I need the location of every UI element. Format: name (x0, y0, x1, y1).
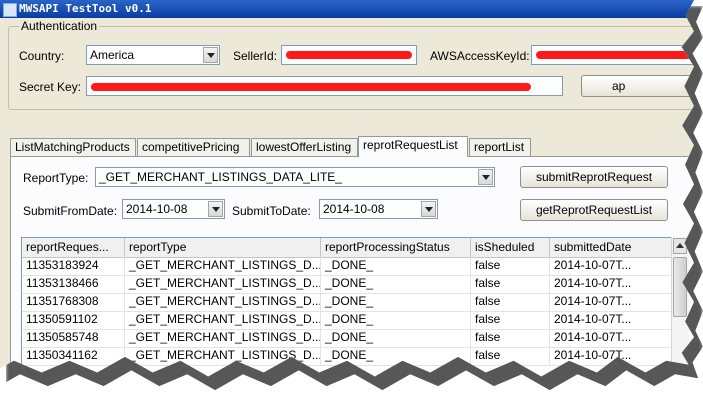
column-header-is-sheduled[interactable]: isSheduled (471, 238, 550, 257)
redaction-mark (536, 51, 694, 59)
cell-report-type[interactable]: _GET_MERCHANT_LISTINGS_D... (125, 257, 321, 275)
cell-is-sheduled[interactable]: false (471, 257, 550, 275)
cell-report-request-id[interactable]: 11351768308 (22, 293, 125, 311)
submit-from-date-label: SubmitFromDate: (23, 204, 118, 218)
cell-processing-status[interactable]: _DONE_ (321, 275, 471, 293)
column-header-report-request-id[interactable]: reportReques... (22, 238, 125, 257)
reprot-request-panel: ReportType: _GET_MERCHANT_LISTINGS_DATA_… (10, 156, 694, 377)
tab-reprotrequestlist[interactable]: reprotRequestList (358, 136, 468, 157)
secret-key-label: Secret Key: (19, 80, 82, 94)
chevron-down-icon[interactable] (203, 47, 218, 63)
cell-report-request-id[interactable]: 11353138466 (22, 275, 125, 293)
cell-report-type[interactable]: _GET_MERCHANT_LISTINGS_D... (125, 311, 321, 329)
cell-submitted-date[interactable]: 2014-10-07T... (550, 293, 674, 311)
tab-competitivepricing[interactable]: competitivePricing (137, 138, 250, 156)
cell-is-sheduled[interactable]: false (471, 311, 550, 329)
country-label: Country: (19, 49, 65, 63)
table-row[interactable]: 11353138466 _GET_MERCHANT_LISTINGS_D... _D… (22, 275, 674, 294)
app-window: MWSAPI TestTool v0.1 Authentication Coun… (0, 0, 694, 377)
calendar-dropdown-icon[interactable] (208, 201, 223, 217)
window-title: MWSAPI TestTool v0.1 (19, 2, 152, 15)
aws-access-key-label: AWSAccessKeyId: (430, 49, 530, 63)
submit-from-date-value: 2014-10-08 (126, 202, 188, 216)
submit-reprot-request-button[interactable]: submitReprotRequest (520, 166, 668, 188)
redaction-mark (286, 51, 412, 59)
cell-is-sheduled[interactable]: false (471, 329, 550, 347)
report-type-value: _GET_MERCHANT_LISTINGS_DATA_LITE_ (99, 170, 342, 184)
column-header-processing-status[interactable]: reportProcessingStatus (321, 238, 471, 257)
apply-button[interactable]: ap (581, 75, 694, 97)
sellerid-label: SellerId: (233, 49, 278, 63)
submit-from-date-picker[interactable]: 2014-10-08 (122, 199, 225, 219)
get-reprot-request-list-button[interactable]: getReprotRequestList (520, 199, 668, 221)
cell-processing-status[interactable]: _DONE_ (321, 329, 471, 347)
column-header-submitted-date[interactable]: submittedDate (550, 238, 674, 257)
submit-to-date-value: 2014-10-08 (323, 202, 385, 216)
cell-submitted-date[interactable]: 2014-10-07T... (550, 329, 674, 347)
redaction-mark (91, 83, 531, 91)
submit-to-date-label: SubmitToDate: (232, 204, 311, 218)
table-row[interactable]: 11351768308 _GET_MERCHANT_LISTINGS_D... _D… (22, 293, 674, 312)
cell-report-request-id[interactable]: 11353183924 (22, 257, 125, 275)
calendar-dropdown-icon[interactable] (421, 201, 436, 217)
cell-report-request-id[interactable]: 11350591102 (22, 311, 125, 329)
tab-listmatchingproducts[interactable]: ListMatchingProducts (10, 138, 136, 156)
cell-report-type[interactable]: _GET_MERCHANT_LISTINGS_D... (125, 293, 321, 311)
sellerid-field[interactable] (281, 45, 417, 65)
table-row[interactable]: 11353183924 _GET_MERCHANT_LISTINGS_D... _D… (22, 257, 674, 276)
report-type-label: ReportType: (23, 171, 89, 185)
cell-processing-status[interactable]: _DONE_ (321, 293, 471, 311)
table-row[interactable]: 11350585748 _GET_MERCHANT_LISTINGS_D... _D… (22, 329, 674, 348)
cell-report-request-id[interactable]: 11350585748 (22, 329, 125, 347)
cell-report-type[interactable]: _GET_MERCHANT_LISTINGS_D... (125, 329, 321, 347)
chevron-down-icon[interactable] (478, 169, 493, 185)
tab-reportlist[interactable]: reportList (469, 138, 531, 156)
scroll-up-arrow-icon[interactable] (673, 238, 687, 254)
aws-access-key-field[interactable] (531, 45, 694, 65)
column-header-report-type[interactable]: reportType (125, 238, 321, 257)
grid-header: reportReques... reportType reportProcess… (22, 238, 674, 258)
authentication-legend: Authentication (19, 19, 100, 33)
title-bar[interactable]: MWSAPI TestTool v0.1 (0, 0, 694, 18)
submit-to-date-picker[interactable]: 2014-10-08 (319, 199, 438, 219)
scrollbar-thumb[interactable] (673, 257, 687, 317)
app-icon (3, 3, 17, 17)
report-type-select[interactable]: _GET_MERCHANT_LISTINGS_DATA_LITE_ (95, 167, 495, 187)
cell-is-sheduled[interactable]: false (471, 275, 550, 293)
cell-submitted-date[interactable]: 2014-10-07T... (550, 257, 674, 275)
secret-key-field[interactable] (86, 76, 563, 96)
cell-report-request-id[interactable]: 11350341162 (22, 347, 125, 365)
cell-submitted-date[interactable]: 2014-10-07T... (550, 311, 674, 329)
tab-lowestofferlisting[interactable]: lowestOfferListing (251, 138, 358, 156)
cell-processing-status[interactable]: _DONE_ (321, 257, 471, 275)
country-select[interactable]: America (86, 45, 220, 65)
cell-is-sheduled[interactable]: false (471, 293, 550, 311)
cell-processing-status[interactable]: _DONE_ (321, 311, 471, 329)
cell-report-type[interactable]: _GET_MERCHANT_LISTINGS_D... (125, 275, 321, 293)
table-row[interactable]: 11350591102 _GET_MERCHANT_LISTINGS_D... _D… (22, 311, 674, 330)
authentication-group: Authentication Country: America SellerId… (8, 19, 694, 110)
cell-submitted-date[interactable]: 2014-10-07T... (550, 275, 674, 293)
country-value: America (90, 48, 135, 62)
